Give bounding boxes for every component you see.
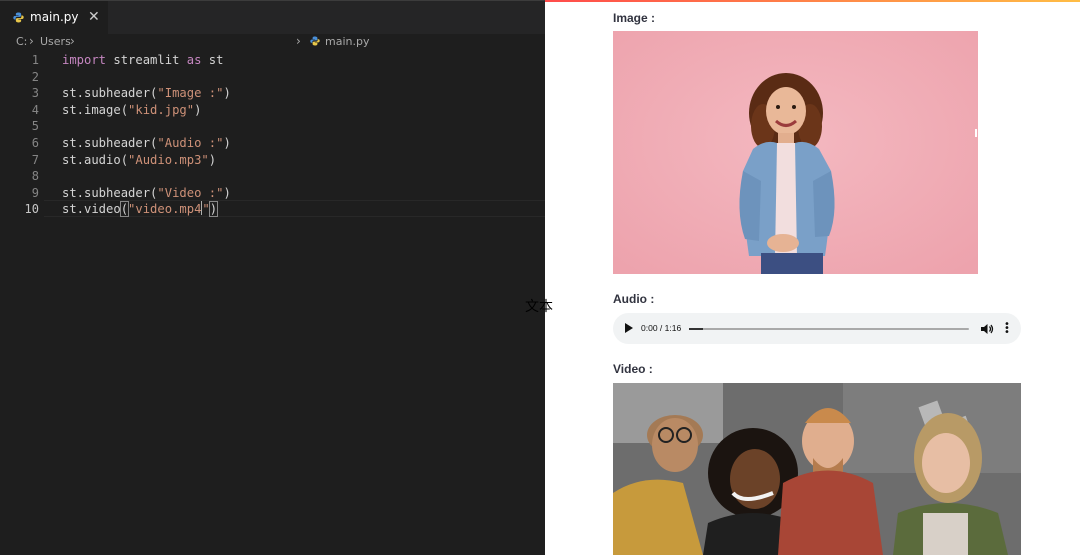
- code-line[interactable]: st.image("kid.jpg"): [62, 102, 201, 119]
- code-string: "Video :": [157, 185, 224, 200]
- code-string: "Audio.mp3": [128, 152, 209, 167]
- line-number: 2: [31, 69, 39, 84]
- tab-main-py[interactable]: main.py ✕: [0, 1, 108, 35]
- line-number: 5: [31, 119, 39, 134]
- code-token: ): [223, 136, 231, 150]
- line-number: 1: [31, 53, 39, 67]
- audio-time: 0:00 / 1:16: [641, 323, 682, 333]
- line-number: 7: [31, 152, 39, 167]
- line-number: 6: [31, 136, 39, 150]
- code-token: st.image(: [62, 102, 129, 117]
- code-line[interactable]: st.subheader("Image :"): [62, 85, 231, 102]
- video-subheader: Video :: [613, 362, 653, 376]
- code-keyword: import: [62, 53, 107, 67]
- code-token: st.subheader(: [62, 185, 158, 200]
- breadcrumb: C: › Users › › main.py: [0, 34, 545, 52]
- more-options-icon[interactable]: • • •: [1004, 320, 1010, 338]
- audio-progress-track[interactable]: [689, 328, 969, 330]
- audio-player[interactable]: 0:00 / 1:16 • • •: [613, 313, 1021, 344]
- volume-icon[interactable]: [980, 322, 994, 336]
- code-keyword: as: [186, 53, 202, 67]
- line-number: 4: [31, 102, 39, 117]
- chevron-right-icon: ›: [29, 34, 34, 48]
- chevron-right-icon: ›: [296, 34, 301, 48]
- image-subheader: Image :: [613, 11, 656, 25]
- line-number: 10: [24, 202, 39, 217]
- code-token: st.subheader(: [62, 136, 158, 150]
- code-token: ): [223, 86, 231, 101]
- play-icon[interactable]: [625, 323, 633, 333]
- video-frame-illustration: [613, 383, 1021, 555]
- line-number: 8: [31, 169, 39, 184]
- code-string: "Image :": [157, 86, 224, 101]
- matched-bracket: ): [208, 201, 219, 218]
- code-token: st: [201, 53, 224, 67]
- breadcrumb-users[interactable]: Users: [40, 35, 71, 48]
- chevron-right-icon: ›: [70, 34, 75, 48]
- kid-image: [613, 31, 978, 274]
- tab-label: main.py: [30, 10, 79, 24]
- code-token: ): [194, 102, 202, 117]
- audio-progress-fill: [689, 328, 703, 330]
- audio-subheader: Audio :: [613, 292, 655, 306]
- python-file-icon: [310, 36, 320, 46]
- code-string: "kid.jpg": [128, 102, 195, 117]
- code-string: ": [202, 202, 210, 217]
- header-decoration-bar: [545, 0, 1080, 2]
- code-line[interactable]: import streamlit as st: [62, 52, 223, 69]
- code-token: st.audio(: [62, 152, 129, 167]
- code-line[interactable]: st.subheader("Audio :"): [62, 135, 231, 152]
- code-editor[interactable]: main.py ✕ C: › Users › › main.py 1 2 34 5 6 7…: [0, 0, 545, 555]
- code-token: ): [208, 152, 217, 167]
- breadcrumb-drive[interactable]: C:: [16, 35, 27, 48]
- fullscreen-marker: [975, 129, 977, 137]
- python-file-icon: [13, 12, 24, 23]
- code-line[interactable]: st.video("video.mp4"): [62, 201, 219, 218]
- code-line[interactable]: st.audio("Audio.mp3"): [62, 152, 216, 169]
- line-number: 9: [31, 185, 39, 200]
- overlay-caption: 文本: [525, 299, 553, 315]
- video-player[interactable]: [613, 383, 1021, 555]
- code-string: "Audio :": [157, 136, 224, 150]
- editor-tab-bar: main.py ✕: [0, 0, 545, 35]
- close-tab-icon[interactable]: ✕: [88, 8, 100, 26]
- code-token: streamlit: [106, 53, 187, 67]
- code-token: ): [223, 185, 231, 200]
- kid-photo-illustration: [613, 31, 978, 274]
- breadcrumb-file-label: main.py: [325, 35, 370, 48]
- code-token: st.video: [62, 202, 121, 217]
- streamlit-app-preview: Image : Audio: 0:00 / 1:16 • • • Video …: [545, 0, 1080, 555]
- line-number: 3: [31, 86, 39, 101]
- code-line[interactable]: st.subheader("Video :"): [62, 185, 231, 202]
- code-token: st.subheader(: [62, 86, 158, 101]
- code-string: "video.mp4: [128, 202, 202, 217]
- breadcrumb-file[interactable]: main.py: [310, 35, 369, 48]
- matched-bracket: (: [119, 201, 130, 218]
